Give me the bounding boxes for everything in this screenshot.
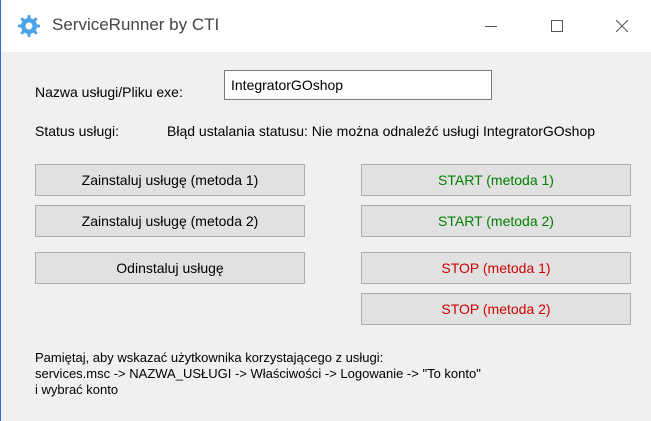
maximize-button[interactable] — [530, 0, 584, 52]
note-line-2: services.msc -> NAZWA_USŁUGI -> Właściwo… — [35, 366, 481, 381]
service-name-input[interactable] — [224, 70, 492, 100]
stop-method1-button[interactable]: STOP (metoda 1) — [361, 252, 631, 284]
gear-icon — [17, 14, 41, 38]
minimize-button[interactable] — [464, 0, 518, 52]
install-method1-button[interactable]: Zainstaluj usługę (metoda 1) — [35, 164, 305, 196]
stop-method2-button[interactable]: STOP (metoda 2) — [361, 293, 631, 325]
note-line-1: Pamiętaj, aby wskazać użytkownika korzys… — [35, 350, 384, 365]
start-method2-button[interactable]: START (metoda 2) — [361, 205, 631, 237]
maximize-icon — [551, 20, 563, 32]
title-bar[interactable]: ServiceRunner by CTI — [1, 0, 651, 52]
window-title: ServiceRunner by CTI — [52, 15, 220, 34]
minimize-icon — [485, 20, 497, 32]
install-method2-button[interactable]: Zainstaluj usługę (metoda 2) — [35, 205, 305, 237]
uninstall-button[interactable]: Odinstaluj usługę — [35, 252, 305, 284]
status-label: Status usługi: — [35, 123, 120, 139]
note-line-3: i wybrać konto — [35, 382, 119, 397]
service-name-label: Nazwa usługi/Pliku exe: — [35, 84, 183, 100]
login-account-note: Pamiętaj, aby wskazać użytkownika korzys… — [35, 350, 635, 398]
start-method1-button[interactable]: START (metoda 1) — [361, 164, 631, 196]
status-value: Błąd ustalania statusu: Nie można odnale… — [167, 123, 596, 139]
close-icon — [616, 20, 628, 32]
close-button[interactable] — [595, 0, 649, 52]
app-window: ServiceRunner by CTI Nazwa usługi/Pliku … — [0, 0, 651, 421]
